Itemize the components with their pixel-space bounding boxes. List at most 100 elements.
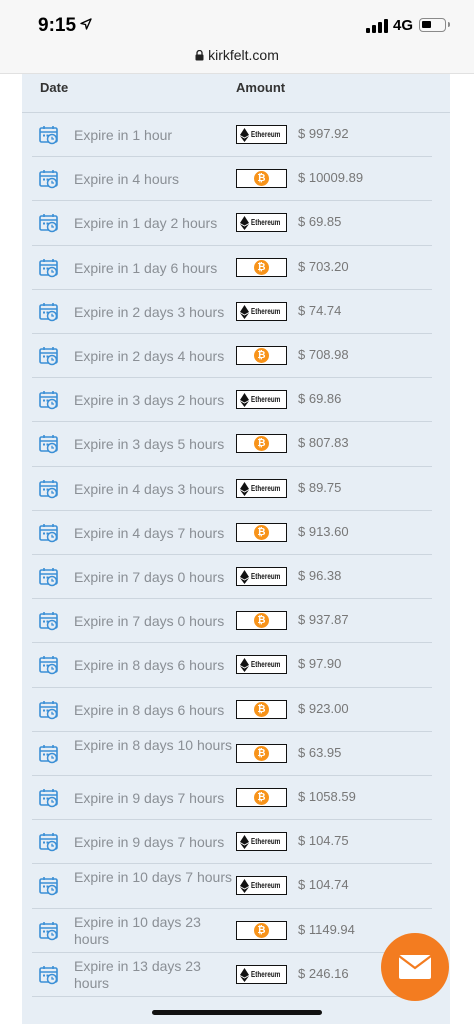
amount-value: $ 69.85 xyxy=(298,214,342,230)
home-indicator xyxy=(152,1010,322,1015)
bitcoin-badge: ₿ xyxy=(236,699,287,719)
status-time: 9:15 xyxy=(38,15,77,36)
ethereum-badge: Ethereum xyxy=(236,964,287,984)
expiry-text: Expire in 10 days 7 hours xyxy=(74,869,232,886)
table-row: Expire in 2 days 4 hours ₿ $ 708.98 xyxy=(22,334,450,379)
table-row: Expire in 7 days 0 hours Ethereum $ 96.38 xyxy=(22,555,450,600)
bitcoin-badge: ₿ xyxy=(236,522,287,542)
lock-icon xyxy=(195,50,204,61)
expiry-text: Expire in 1 day 2 hours xyxy=(74,215,218,232)
bitcoin-icon: ₿ xyxy=(254,436,269,452)
amount-value: $ 1149.94 xyxy=(298,921,355,937)
row-divider xyxy=(32,995,432,997)
expiry-text: Expire in 10 days 23 hours xyxy=(74,913,201,947)
table-row: Expire in 4 days 7 hours ₿ $ 913.60 xyxy=(22,511,450,555)
contact-mail-button[interactable] xyxy=(381,933,449,1001)
ethereum-label: Ethereum xyxy=(251,483,281,493)
bitcoin-icon: ₿ xyxy=(254,171,269,187)
expiry-text: Expire in 2 days 4 hours xyxy=(74,348,225,364)
calendar-clock-icon xyxy=(39,523,59,543)
bitcoin-icon: ₿ xyxy=(254,348,269,363)
amount-value: $ 913.60 xyxy=(298,523,349,539)
calendar-clock-icon xyxy=(39,965,59,985)
signal-icon xyxy=(366,19,388,33)
expiry-text: Expire in 4 days 7 hours xyxy=(74,524,225,541)
expiry-text: Expire in 4 hours xyxy=(74,171,180,188)
amount-value: $ 997.92 xyxy=(298,126,349,141)
status-bar: 9:15 4G xyxy=(0,0,474,44)
column-header-amount: Amount xyxy=(236,80,286,95)
table-row: Expire in 1 day 2 hours Ethereum $ 69.85 xyxy=(22,201,450,246)
table-row: Expire in 3 days 5 hours ₿ $ 807.83 xyxy=(22,422,450,467)
ethereum-badge: Ethereum xyxy=(236,876,287,896)
url-text: kirkfelt.com xyxy=(208,47,279,63)
ethereum-label: Ethereum xyxy=(251,306,281,316)
bitcoin-icon: ₿ xyxy=(254,922,269,938)
column-header-date: Date xyxy=(40,80,69,95)
mail-icon xyxy=(398,955,432,979)
ethereum-badge: Ethereum xyxy=(236,213,287,233)
table-row: Expire in 9 days 7 hours Ethereum $ 104.75 xyxy=(22,820,450,865)
expiry-text: Expire in 3 days 2 hours xyxy=(74,392,225,409)
ethereum-badge: Ethereum xyxy=(236,125,287,144)
table-header: Date Amount xyxy=(22,74,450,113)
ethereum-label: Ethereum xyxy=(251,969,281,979)
table-row: Expire in 1 hour Ethereum $ 997.92 xyxy=(22,113,450,158)
bitcoin-badge: ₿ xyxy=(236,788,287,807)
ethereum-badge: Ethereum xyxy=(236,832,287,852)
expiry-text: Expire in 9 days 7 hours xyxy=(74,834,225,851)
ethereum-label: Ethereum xyxy=(251,572,281,581)
calendar-clock-icon xyxy=(39,567,59,587)
table-row: Expire in 8 days 6 hours Ethereum $ 97.90 xyxy=(22,643,450,688)
bitcoin-badge: ₿ xyxy=(236,257,287,277)
bitcoin-icon: ₿ xyxy=(254,790,269,805)
expiry-text: Expire in 4 days 3 hours xyxy=(74,480,225,497)
address-bar[interactable]: kirkfelt.com xyxy=(0,44,474,74)
bitcoin-badge: ₿ xyxy=(236,743,287,763)
ethereum-label: Ethereum xyxy=(251,395,281,405)
calendar-clock-icon xyxy=(39,611,59,631)
ethereum-badge: Ethereum xyxy=(236,390,287,410)
calendar-clock-icon xyxy=(39,169,59,189)
expiry-text: Expire in 8 days 6 hours xyxy=(74,701,225,718)
bitcoin-badge: ₿ xyxy=(236,611,287,631)
amount-value: $ 63.95 xyxy=(298,744,342,760)
calendar-clock-icon xyxy=(39,213,59,233)
bitcoin-icon: ₿ xyxy=(254,524,269,540)
calendar-clock-icon xyxy=(39,744,59,764)
calendar-clock-icon xyxy=(39,302,59,322)
network-type: 4G xyxy=(393,17,414,34)
calendar-clock-icon xyxy=(39,125,59,145)
calendar-clock-icon xyxy=(39,479,59,499)
ethereum-badge: Ethereum xyxy=(236,655,287,675)
expiry-text: Expire in 8 days 6 hours xyxy=(74,657,225,674)
amount-value: $ 74.74 xyxy=(298,302,342,318)
table-row: Expire in 10 days 7 hours Ethereum $ 104.7… xyxy=(22,864,450,909)
amount-value: $ 923.00 xyxy=(298,700,349,716)
amount-value: $ 708.98 xyxy=(298,347,349,362)
expiry-text: Expire in 13 days 23 hours xyxy=(74,957,201,991)
table-row: Expire in 4 days 3 hours Ethereum $ 89.75 xyxy=(22,467,450,511)
url-display[interactable]: kirkfelt.com xyxy=(0,47,474,63)
expiring-offers-table: Date Amount Expire in 1 hour Ethereum $ 99… xyxy=(22,74,450,1024)
calendar-clock-icon xyxy=(39,346,59,366)
amount-value: $ 96.38 xyxy=(298,568,342,583)
expiry-text: Expire in 9 days 7 hours xyxy=(74,790,225,806)
table-row: Expire in 1 day 6 hours ₿ $ 703.20 xyxy=(22,246,450,290)
amount-value: $ 703.20 xyxy=(298,258,349,274)
amount-value: $ 89.75 xyxy=(298,479,342,495)
expiry-text: Expire in 2 days 3 hours xyxy=(74,303,225,320)
table-row: Expire in 4 hours ₿ $ 10009.89 xyxy=(22,157,450,202)
table-row: Expire in 8 days 10 hours ₿ $ 63.95 xyxy=(22,732,450,776)
bitcoin-icon: ₿ xyxy=(254,701,269,717)
table-row: Expire in 10 days 23 hours ₿ $ 1149.94 xyxy=(22,909,450,953)
amount-value: $ 807.83 xyxy=(298,435,349,451)
expiry-text: Expire in 1 day 6 hours xyxy=(74,259,218,276)
ethereum-label: Ethereum xyxy=(251,881,281,891)
table-row: Expire in 8 days 6 hours ₿ $ 923.00 xyxy=(22,688,450,732)
calendar-clock-icon xyxy=(39,700,59,720)
table-row: Expire in 3 days 2 hours Ethereum $ 69.86 xyxy=(22,378,450,423)
battery-icon xyxy=(419,18,450,32)
bitcoin-badge: ₿ xyxy=(236,169,287,189)
amount-value: $ 104.74 xyxy=(298,877,349,893)
